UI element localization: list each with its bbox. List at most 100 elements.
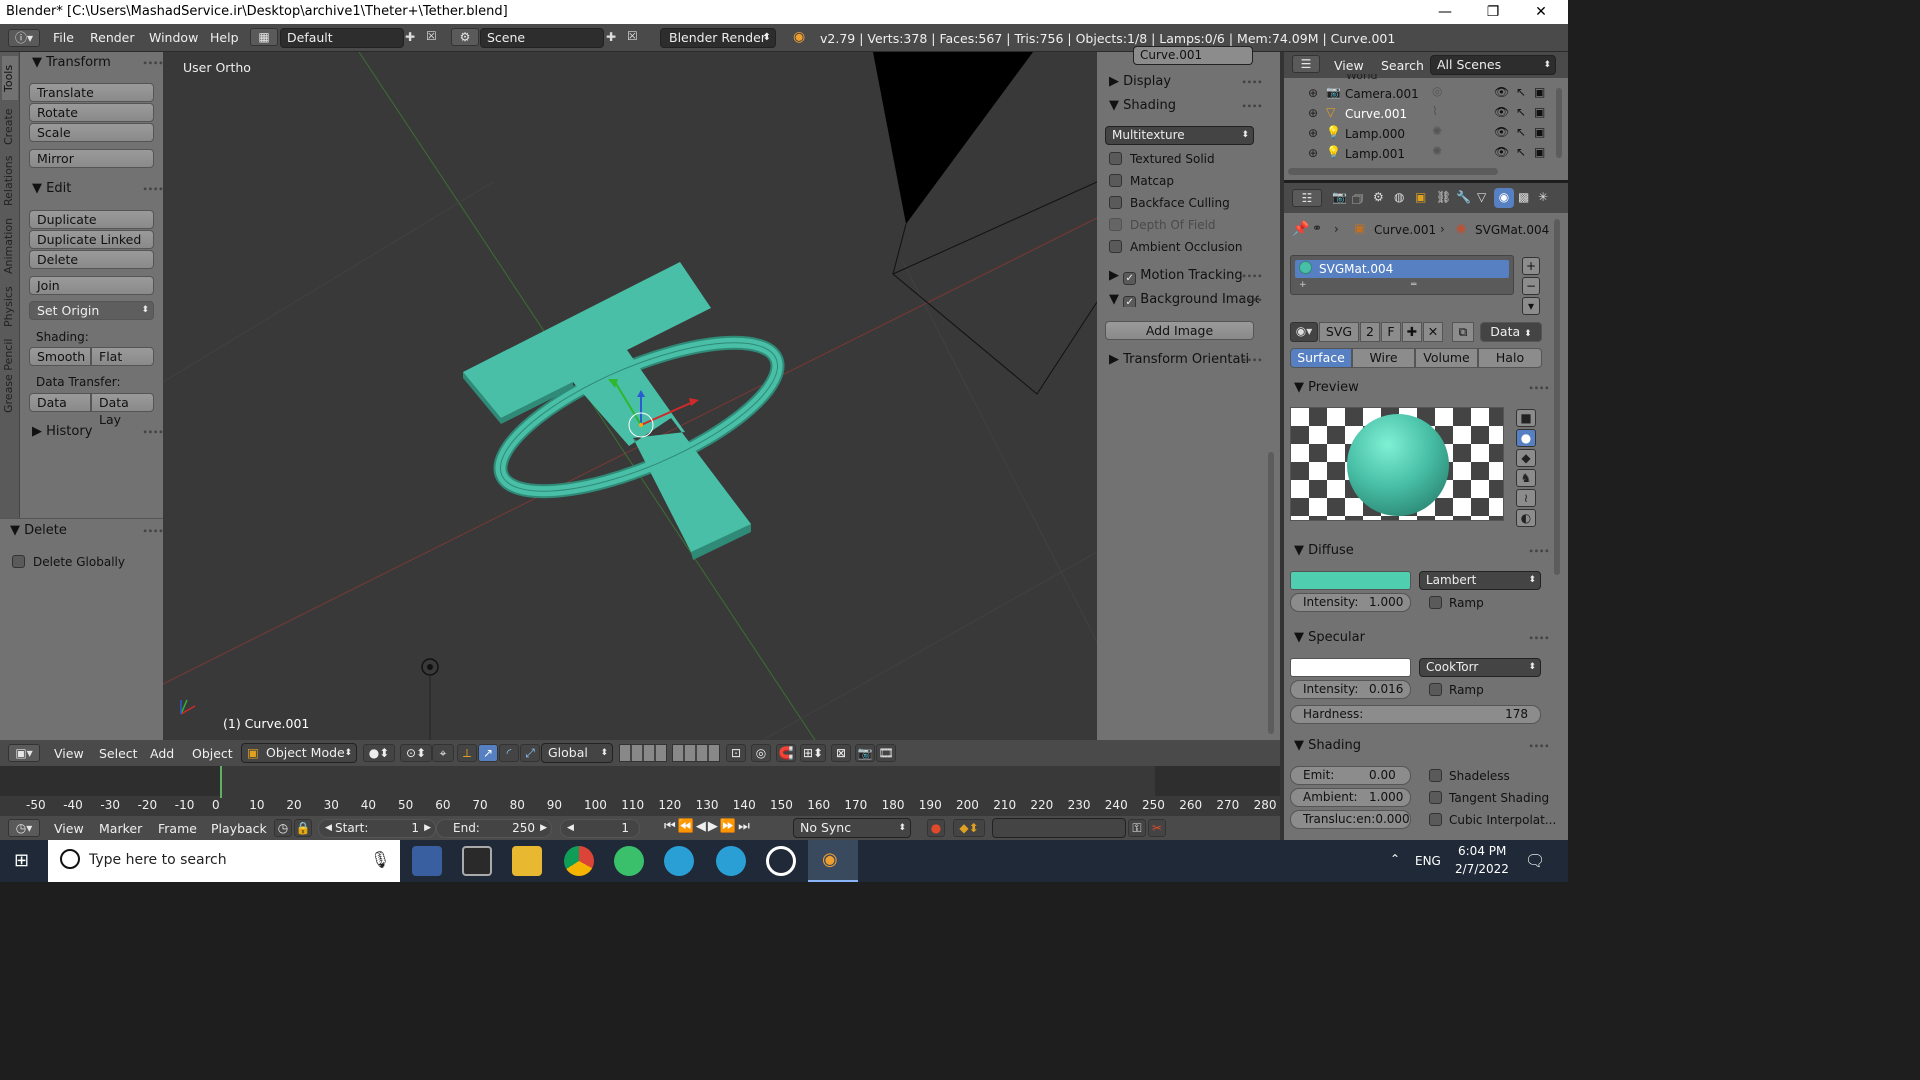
layout-icon[interactable]: ▦ — [250, 28, 278, 46]
menu-help[interactable]: Help — [210, 30, 239, 45]
end-frame-field[interactable]: End: 250 ▶ — [436, 819, 552, 838]
lock-layers-icon[interactable]: ⊡ — [726, 744, 746, 762]
properties-scrollbar[interactable] — [1268, 452, 1274, 734]
scene-icon[interactable]: ⚙ — [451, 28, 479, 46]
backface-culling-checkbox[interactable] — [1109, 196, 1122, 209]
list-resize-handle[interactable]: ═ — [1411, 280, 1416, 290]
preview-hair-icon[interactable]: ≀ — [1516, 489, 1536, 507]
orientation-dropdown[interactable]: Global ⬍ — [541, 743, 613, 763]
diffuse-ramp-checkbox[interactable] — [1429, 596, 1442, 609]
delete-button[interactable]: Delete — [29, 250, 154, 269]
edit-panel-header[interactable]: ▼ Edit — [32, 181, 71, 196]
transform-panel-header[interactable]: ▼ Transform — [32, 55, 111, 70]
outliner-filter-dropdown[interactable]: All Scenes ⬍ — [1430, 55, 1556, 75]
operator-panel-header[interactable]: ▼ Delete — [10, 523, 67, 538]
outliner-scrollbar[interactable] — [1556, 88, 1562, 158]
expand-icon[interactable]: ⊕ — [1308, 86, 1318, 100]
render-animation-icon[interactable]: 🎞 — [876, 744, 896, 762]
drag-handle-icon[interactable]: ∙∙∙∙ — [1528, 546, 1550, 557]
drag-handle-icon[interactable]: ∙∙∙∙ — [1241, 77, 1263, 88]
slot-add-icon[interactable]: + — [1299, 280, 1307, 290]
drag-handle-icon[interactable]: ∙∙∙∙ — [1241, 355, 1263, 366]
preview-range-icon[interactable]: ◷ — [274, 819, 292, 837]
scale-manipulator-icon[interactable]: ⤢ — [520, 744, 540, 762]
drag-handle-icon[interactable]: ∙∙∙∙ — [1528, 383, 1550, 394]
increment-arrow-icon[interactable]: ▶ — [540, 820, 547, 837]
pivot-point-icon[interactable]: ⊙⬍ — [400, 744, 432, 762]
drag-handle-icon[interactable]: ∙∙∙∙ — [1241, 271, 1263, 282]
proportional-edit-icon[interactable]: ◎ — [751, 744, 771, 762]
menu-object[interactable]: Object — [192, 746, 233, 761]
specular-shader-dropdown[interactable]: CookTorr ⬍ — [1419, 658, 1541, 677]
delete-keyframe-icon[interactable]: ✂ — [1148, 819, 1166, 837]
properties-editor-icon[interactable]: ☷ — [1292, 189, 1322, 207]
motion-tracking-panel-header[interactable]: ▶ ✓ Motion Tracking — [1109, 268, 1243, 285]
flat-button[interactable]: Flat — [91, 347, 154, 366]
data-tab-icon[interactable]: ▽ — [1477, 190, 1486, 204]
rotate-manipulator-icon[interactable]: ↗ — [478, 744, 498, 762]
menu-playback[interactable]: Playback — [211, 821, 267, 836]
ambient-field[interactable]: Ambient: 1.000 — [1290, 788, 1411, 807]
select-cursor-icon[interactable]: ↖ — [1516, 105, 1526, 119]
unlink-material-icon[interactable]: ✕ — [1423, 322, 1443, 342]
properties-editor-scrollbar[interactable] — [1554, 219, 1560, 575]
insert-keyframe-icon[interactable]: ⚿ — [1128, 819, 1146, 837]
preview-cube-icon[interactable]: ◆ — [1516, 449, 1536, 467]
preview-panel-header[interactable]: ▼ Preview — [1294, 380, 1359, 395]
remove-scene-icon[interactable]: ☒ — [627, 29, 638, 43]
mode-dropdown[interactable]: ▣ Object Mode ⬍ — [241, 743, 357, 763]
menu-timeline-view[interactable]: View — [54, 821, 84, 836]
background-images-checkbox[interactable]: ✓ — [1123, 296, 1137, 307]
transform-orientations-panel-header[interactable]: ▶ Transform Orientations — [1109, 352, 1249, 367]
telegram-app-icon[interactable] — [664, 846, 694, 876]
timeline-editor-type-icon[interactable]: ◷▾ — [8, 819, 40, 837]
emit-field[interactable]: Emit: 0.00 — [1290, 766, 1411, 785]
microphone-icon[interactable]: 🎙 — [370, 850, 390, 869]
pin-icon[interactable]: 📌 — [1292, 221, 1309, 237]
maximize-button[interactable]: ❐ — [1470, 0, 1516, 24]
shadeless-checkbox[interactable] — [1429, 769, 1442, 782]
manipulator-toggle-icon[interactable]: ⌖ — [432, 744, 454, 762]
link-dropdown[interactable]: Data ⬍ — [1480, 322, 1542, 342]
smooth-button[interactable]: Smooth — [29, 347, 91, 366]
preview-sphere-icon[interactable]: ● — [1516, 429, 1536, 447]
tab-create[interactable]: Create — [2, 104, 18, 150]
display-panel-header[interactable]: ▶ Display — [1109, 74, 1171, 89]
material-users-count[interactable]: 2 — [1360, 322, 1380, 342]
tangent-shading-checkbox[interactable] — [1429, 791, 1442, 804]
duplicate-linked-button[interactable]: Duplicate Linked — [29, 230, 154, 249]
tab-surface[interactable]: Surface — [1290, 348, 1352, 368]
diffuse-intensity-field[interactable]: Intensity: 1.000 — [1290, 593, 1411, 612]
visibility-eye-icon[interactable]: 👁 — [1494, 145, 1509, 159]
tab-relations[interactable]: Relations — [2, 152, 18, 210]
menu-frame[interactable]: Frame — [158, 821, 197, 836]
current-frame-field[interactable]: ◀ 1 — [560, 819, 640, 838]
render-camera-icon[interactable]: ▣ — [1534, 105, 1545, 119]
drag-handle-icon[interactable]: ∙∙∙∙ — [142, 526, 164, 537]
constraints-tab-icon[interactable]: ⛓ — [1436, 190, 1451, 204]
increment-arrow-icon[interactable]: ▶ — [424, 820, 431, 837]
hardness-field[interactable]: Hardness: 178 — [1290, 705, 1541, 724]
drag-handle-icon[interactable]: ∙∙∙∙ — [1241, 295, 1263, 306]
slot-specials-icon[interactable]: ▾ — [1522, 297, 1540, 315]
specular-ramp-checkbox[interactable] — [1429, 683, 1442, 696]
3d-viewport[interactable]: User Ortho (1) Curve.001 — [163, 52, 1097, 740]
object-name-field[interactable]: Curve.001 — [1133, 46, 1253, 65]
drag-handle-icon[interactable]: ∙∙∙∙ — [142, 427, 164, 438]
select-cursor-icon[interactable]: ↖ — [1516, 85, 1526, 99]
outliner-row[interactable]: ⊕ ▽ Curve.001 ⌇ 👁 ↖ ▣ — [1284, 104, 1560, 124]
menu-view[interactable]: View — [54, 746, 84, 761]
tab-grease-pencil[interactable]: Grease Pencil — [2, 336, 18, 416]
delete-globally-checkbox[interactable] — [12, 555, 25, 568]
translate-manipulator-icon[interactable]: ⟂ — [457, 744, 477, 762]
tab-wire[interactable]: Wire — [1352, 348, 1415, 368]
outliner-row[interactable]: ⊕ 📷 Camera.001 ◎ 👁 ↖ ▣ — [1284, 84, 1560, 104]
menu-select[interactable]: Select — [99, 746, 138, 761]
preview-flat-icon[interactable]: ■ — [1516, 409, 1536, 427]
minimize-button[interactable]: — — [1422, 0, 1468, 24]
sync-mode-dropdown[interactable]: No Sync ⬍ — [793, 818, 911, 838]
specular-panel-header[interactable]: ▼ Specular — [1294, 630, 1365, 645]
close-button[interactable]: ✕ — [1518, 0, 1564, 24]
shading-mode-dropdown[interactable]: Multitexture ⬍ — [1105, 126, 1254, 145]
visibility-eye-icon[interactable]: 👁 — [1494, 125, 1509, 139]
